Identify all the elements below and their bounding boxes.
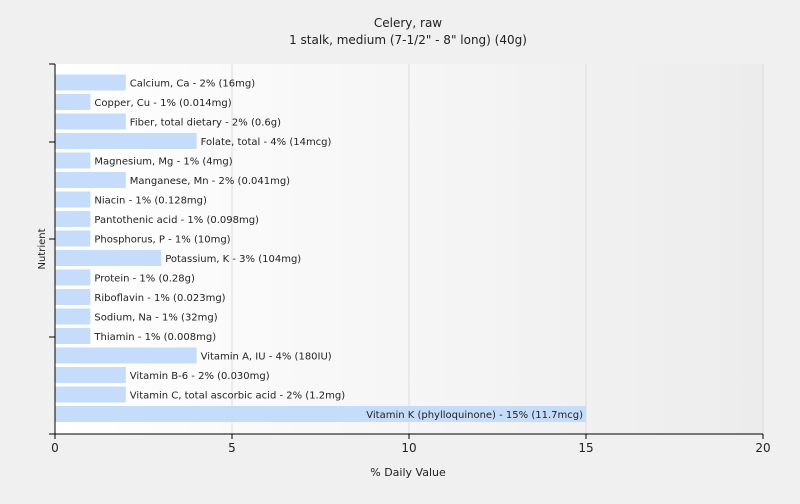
bar (55, 191, 91, 208)
bar-label: Potassium, K - 3% (104mg) (165, 254, 301, 265)
bar (55, 113, 126, 130)
bar (55, 172, 126, 188)
bar (55, 289, 91, 305)
bar-label: Manganese, Mn - 2% (0.041mg) (130, 176, 290, 187)
bar (55, 74, 126, 91)
bar-label: Vitamin A, IU - 4% (180IU) (201, 352, 332, 363)
bar (55, 367, 126, 383)
chart-svg: Celery, raw 1 stalk, medium (7-1/2" - 8"… (37, 16, 771, 479)
x-tick-label: 0 (51, 441, 59, 455)
bar-label: Vitamin K (phylloquinone) - 15% (11.7mcg… (366, 410, 583, 421)
bar (55, 347, 197, 364)
y-axis-label: Nutrient (37, 228, 48, 269)
bar-label: Sodium, Na - 1% (32mg) (94, 313, 217, 324)
x-tick-label: 5 (228, 441, 236, 455)
x-tick-label: 15 (578, 441, 593, 455)
bar-label: Protein - 1% (0.28g) (94, 274, 195, 285)
bar (55, 308, 91, 325)
bar-label: Calcium, Ca - 2% (16mg) (130, 79, 255, 90)
bar (55, 269, 91, 286)
bar (55, 152, 91, 169)
bar (55, 94, 91, 110)
x-tick-label: 10 (401, 441, 416, 455)
chart-subtitle: 1 stalk, medium (7-1/2" - 8" long) (40g) (289, 33, 527, 47)
bar-label: Thiamin - 1% (0.008mg) (93, 332, 216, 343)
bar-label: Vitamin B-6 - 2% (0.030mg) (130, 371, 270, 382)
bar (55, 328, 91, 344)
bar (55, 230, 91, 247)
bar-label: Niacin - 1% (0.128mg) (94, 196, 207, 207)
x-tick-label: 20 (755, 441, 770, 455)
bar-label: Riboflavin - 1% (0.023mg) (94, 293, 225, 304)
chart-title: Celery, raw (374, 16, 442, 30)
nutrition-bar-chart: Celery, raw 1 stalk, medium (7-1/2" - 8"… (0, 0, 800, 500)
bar (55, 211, 91, 227)
bar-label: Fiber, total dietary - 2% (0.6g) (130, 118, 281, 129)
bar-label: Folate, total - 4% (14mcg) (201, 137, 332, 148)
bar-label: Magnesium, Mg - 1% (4mg) (94, 157, 232, 168)
bar-label: Pantothenic acid - 1% (0.098mg) (94, 215, 259, 226)
bar (55, 386, 126, 403)
x-axis-label: % Daily Value (370, 466, 446, 479)
bar (55, 133, 197, 149)
bar-label: Copper, Cu - 1% (0.014mg) (94, 98, 231, 109)
bar-label: Vitamin C, total ascorbic acid - 2% (1.2… (130, 391, 345, 402)
bar (55, 250, 162, 266)
bar-label: Phosphorus, P - 1% (10mg) (94, 235, 230, 246)
